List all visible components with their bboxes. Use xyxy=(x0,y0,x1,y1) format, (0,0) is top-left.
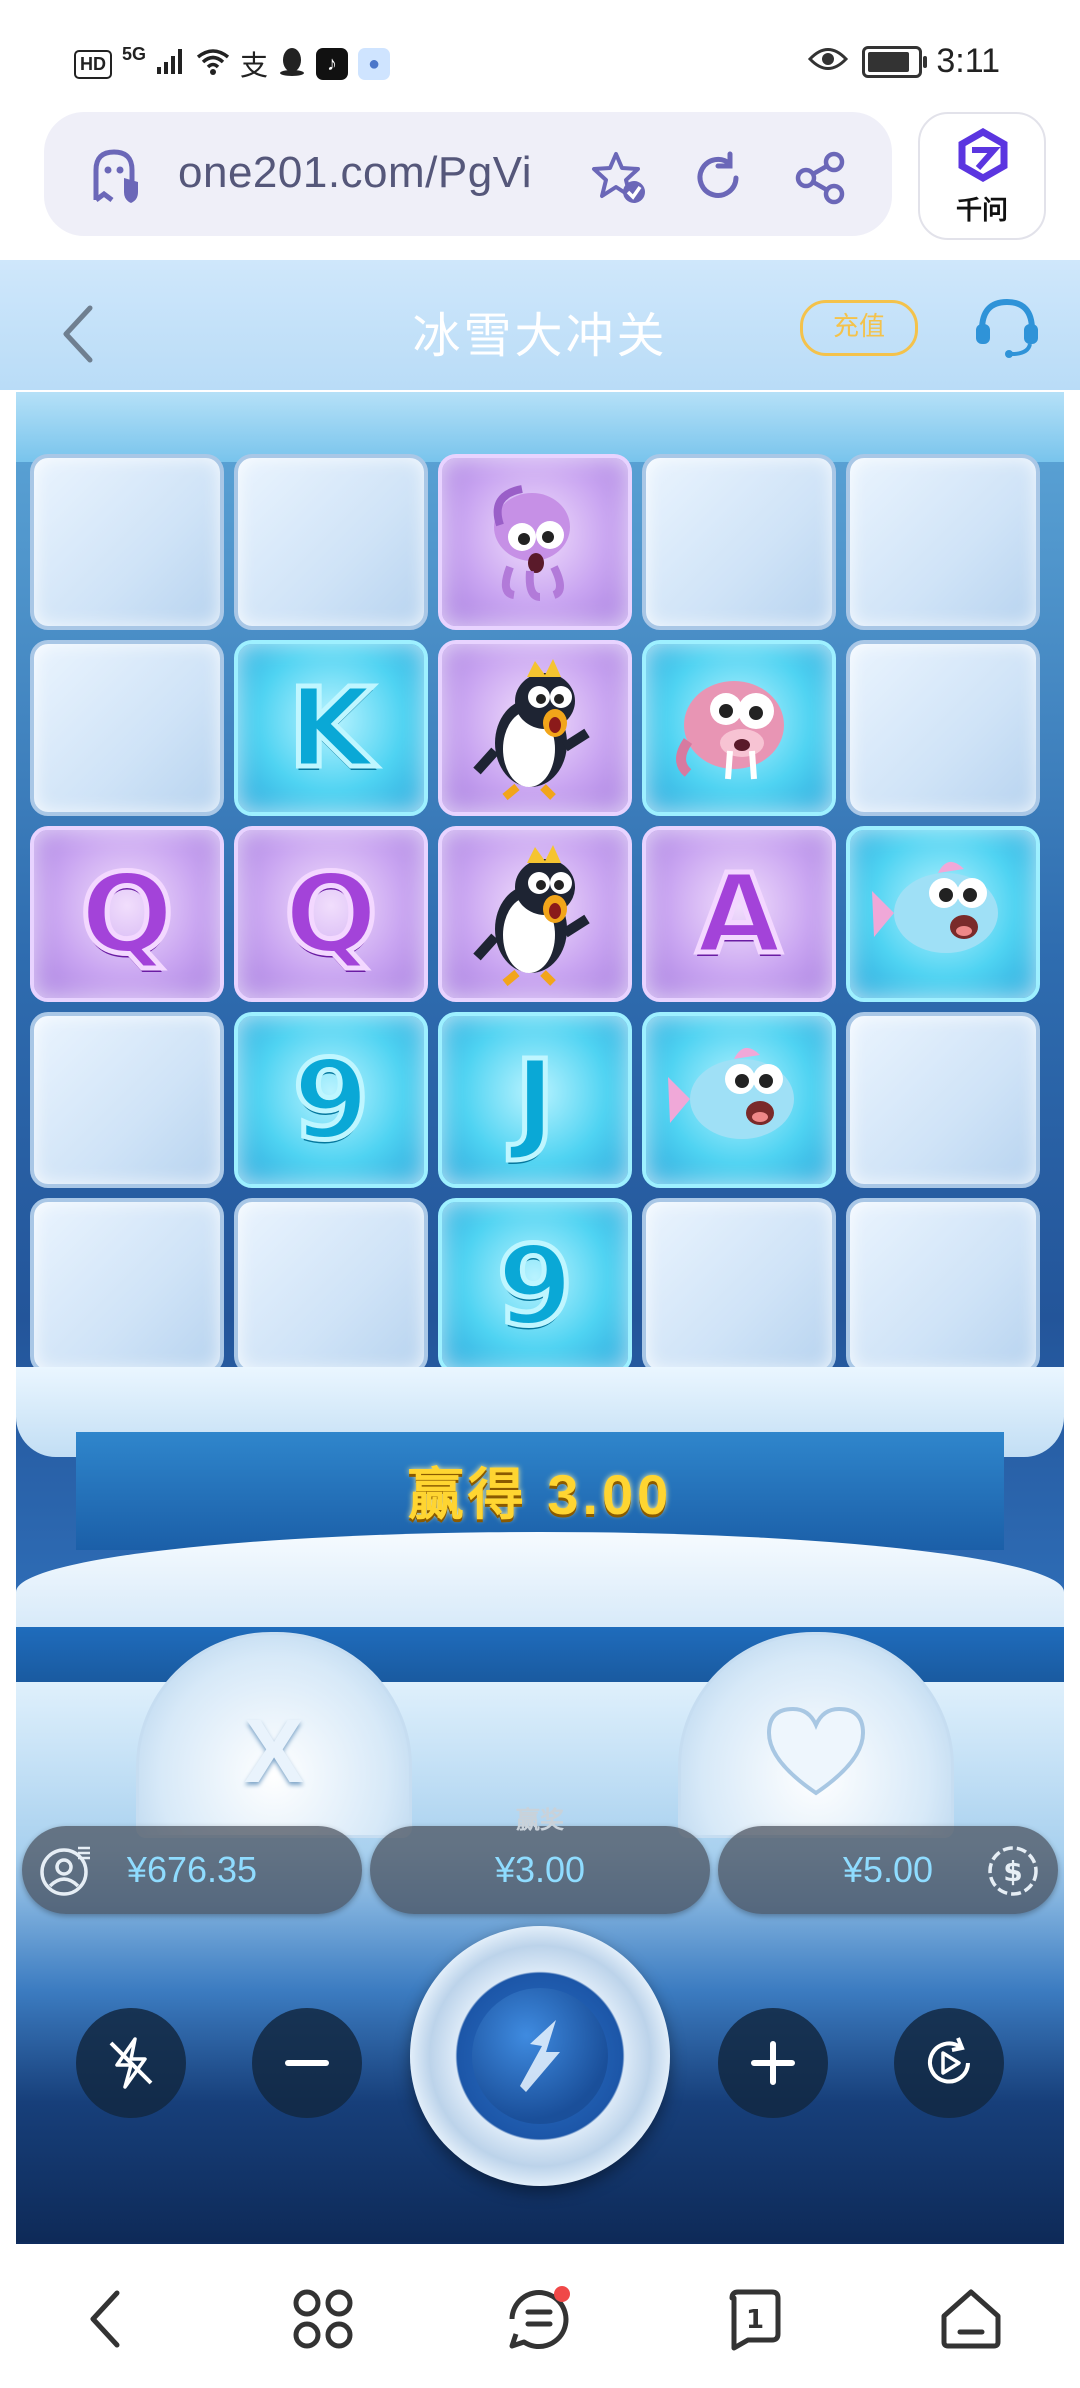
balance-value: ¥676.35 xyxy=(126,1849,258,1890)
win-pill-value: ¥3.00 xyxy=(494,1849,586,1890)
game-canvas[interactable]: KQQ A 9 J 9 赢得 3.00 X ¥676.35 赢奖 ¥3.00 ¥5.00… xyxy=(16,392,1064,2244)
tiktok-icon: ♪ xyxy=(316,48,349,80)
symbol-tile xyxy=(642,1012,836,1188)
qq-icon xyxy=(278,46,306,83)
share-icon[interactable] xyxy=(792,150,848,211)
symbol-tile: K xyxy=(234,640,428,816)
empty-ice-block xyxy=(30,1198,224,1374)
ice-ledge xyxy=(16,392,1064,462)
menu-icon[interactable] xyxy=(504,2284,574,2354)
penguin-icon xyxy=(465,837,605,992)
signal-icon xyxy=(156,47,186,82)
headset-icon[interactable] xyxy=(972,296,1042,365)
symbol-tile: Q xyxy=(234,826,428,1002)
symbol-letter: K xyxy=(286,662,376,795)
network-type: 5G xyxy=(122,43,147,64)
plus-icon[interactable] xyxy=(718,2008,828,2118)
svg-text:$: $ xyxy=(1003,1855,1022,1888)
spin-icon xyxy=(472,1988,608,2124)
eye-icon xyxy=(808,42,849,81)
coin-dollar-icon[interactable]: $ xyxy=(986,1844,1040,1907)
turbo-off-icon[interactable] xyxy=(76,2008,186,2118)
symbol-tile xyxy=(438,454,632,630)
ghost-shield-icon[interactable] xyxy=(88,148,148,209)
empty-ice-block xyxy=(846,1012,1040,1188)
tabs-icon[interactable]: 1 xyxy=(720,2284,790,2354)
user-wallet-icon xyxy=(38,1844,92,1907)
minus-icon[interactable] xyxy=(252,2008,362,2118)
symbol-tile: A xyxy=(642,826,836,1002)
symbol-tile xyxy=(438,826,632,1002)
balance-pill[interactable]: ¥676.35 xyxy=(22,1826,362,1914)
symbol-letter: A xyxy=(694,848,784,981)
qianwen-button[interactable]: 千问 xyxy=(918,112,1046,240)
battery-icon xyxy=(862,45,928,78)
page-title: 冰雪大冲关 xyxy=(412,310,668,363)
recharge-button[interactable]: 充值 xyxy=(800,300,918,356)
apps-icon[interactable] xyxy=(288,2284,358,2354)
slot-grid: KQQ A 9 J 9 xyxy=(30,454,1050,1384)
address-bar[interactable]: one201.com/PgVi xyxy=(44,112,892,236)
alipay-icon: 支 xyxy=(240,50,269,81)
symbol-letter: Q xyxy=(282,848,380,981)
symbol-tile xyxy=(642,640,836,816)
empty-ice-block xyxy=(234,1198,428,1374)
bet-value: ¥5.00 xyxy=(842,1849,934,1890)
hd-badge: HD xyxy=(74,49,112,79)
empty-ice-block xyxy=(30,640,224,816)
symbol-letter: Q xyxy=(78,848,176,981)
qianwen-logo-icon xyxy=(956,127,1010,187)
symbol-tile: J xyxy=(438,1012,632,1188)
app-icon: ● xyxy=(358,48,391,80)
empty-ice-block xyxy=(846,640,1040,816)
win-label: 赢得 xyxy=(407,1463,528,1526)
symbol-tile: Q xyxy=(30,826,224,1002)
symbol-tile xyxy=(438,640,632,816)
empty-ice-block xyxy=(642,1198,836,1374)
star-check-icon[interactable] xyxy=(590,150,648,211)
symbol-letter: 9 xyxy=(494,1220,576,1353)
refresh-icon[interactable] xyxy=(690,150,746,211)
squid-icon xyxy=(470,475,600,610)
back-icon[interactable] xyxy=(70,2284,140,2354)
win-pill-label: 赢奖 xyxy=(516,1807,564,1834)
clock: 3:11 xyxy=(936,42,1000,80)
symbol-tile xyxy=(846,826,1040,1002)
empty-ice-block xyxy=(846,454,1040,630)
symbol-letter: J xyxy=(512,1034,558,1167)
status-bar: HD 5G 支 ♪ ● 3:11 xyxy=(0,0,1080,100)
bet-pill[interactable]: ¥5.00 $ xyxy=(718,1826,1058,1914)
tab-count: 1 xyxy=(746,2305,764,2335)
url-text[interactable]: one201.com/PgVi xyxy=(178,148,532,198)
penguin-icon xyxy=(465,651,605,806)
home-icon[interactable] xyxy=(936,2284,1006,2354)
empty-ice-block xyxy=(234,454,428,630)
symbol-tile: 9 xyxy=(438,1198,632,1374)
win-pill: 赢奖 ¥3.00 xyxy=(370,1807,710,1914)
symbol-letter: 9 xyxy=(290,1034,372,1167)
win-amount: 3.00 xyxy=(547,1463,673,1526)
bottom-nav: 1 xyxy=(0,2244,1080,2388)
qianwen-label: 千问 xyxy=(955,195,1008,225)
wifi-icon xyxy=(196,47,230,82)
page-header: 冰雪大冲关 充值 xyxy=(0,260,1080,390)
empty-ice-block xyxy=(642,454,836,630)
win-display: 赢得 3.00 xyxy=(16,1450,1064,1531)
igloo-x-mark: X xyxy=(243,1702,305,1802)
empty-ice-block xyxy=(30,454,224,630)
heart-icon xyxy=(681,1701,951,1823)
fish-icon xyxy=(664,1033,814,1168)
empty-ice-block xyxy=(846,1198,1040,1374)
symbol-tile: 9 xyxy=(234,1012,428,1188)
fish-icon xyxy=(868,847,1018,982)
spin-button[interactable] xyxy=(410,1926,670,2186)
walrus-icon xyxy=(664,661,814,796)
autoplay-icon[interactable] xyxy=(894,2008,1004,2118)
empty-ice-block xyxy=(30,1012,224,1188)
